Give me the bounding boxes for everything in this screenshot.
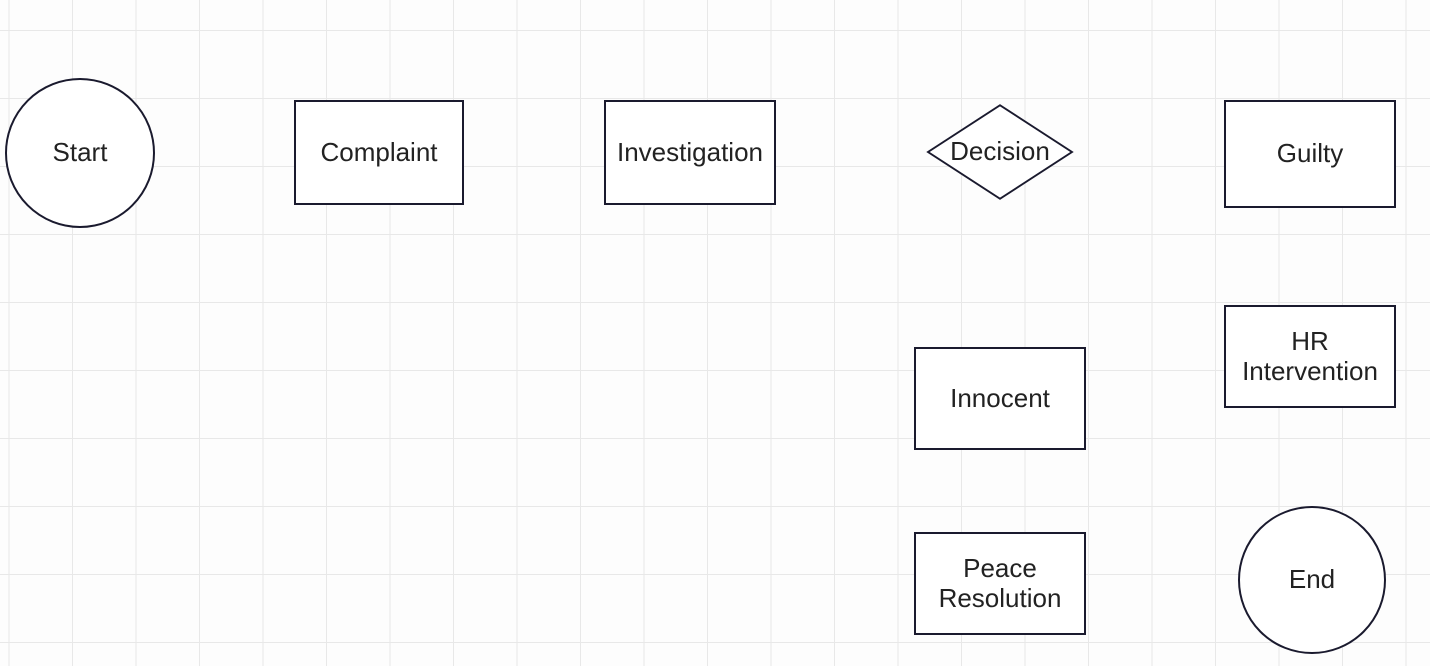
node-start-label: Start [53,138,108,168]
node-innocent-label: Innocent [950,384,1050,414]
node-hr-intervention-label: HR Intervention [1230,327,1390,387]
node-guilty-label: Guilty [1277,139,1343,169]
node-investigation-label: Investigation [617,138,763,168]
node-complaint-label: Complaint [320,138,437,168]
node-innocent[interactable]: Innocent [914,347,1086,450]
node-guilty[interactable]: Guilty [1224,100,1396,208]
node-hr-intervention[interactable]: HR Intervention [1224,305,1396,408]
node-decision-label: Decision [950,137,1050,167]
node-end-label: End [1289,565,1335,595]
node-peace-resolution[interactable]: Peace Resolution [914,532,1086,635]
node-start[interactable]: Start [5,78,155,228]
node-investigation[interactable]: Investigation [604,100,776,205]
node-complaint[interactable]: Complaint [294,100,464,205]
node-decision[interactable]: Decision [915,92,1085,212]
node-end[interactable]: End [1238,506,1386,654]
node-peace-resolution-label: Peace Resolution [920,554,1080,614]
